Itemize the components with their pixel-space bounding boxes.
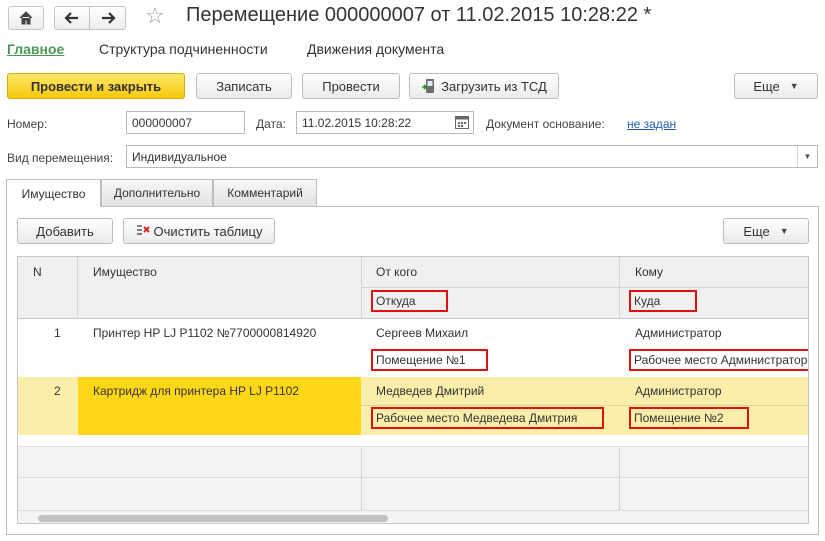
header-to[interactable]: Кому [635,265,663,279]
date-label: Дата: [256,117,286,131]
number-label: Номер: [7,117,48,131]
date-value: 11.02.2015 10:28:22 [302,115,412,130]
row-to-place: Рабочее место Администратора [629,349,808,371]
row-number: 2 [54,384,61,398]
header-from-place[interactable]: Откуда [371,290,448,312]
tab-comment-label: Комментарий [227,186,303,200]
tab-additional[interactable]: Дополнительно [101,179,213,206]
tab-additional-label: Дополнительно [113,186,201,200]
section-subordination[interactable]: Структура подчиненности [99,41,268,57]
tab-property-label: Имущество [21,186,86,201]
more-button[interactable]: Еще ▼ [734,73,818,99]
table-row[interactable]: 1 Принтер HP LJ P1102 №7700000814920 Сер… [18,319,808,377]
header-n[interactable]: N [33,265,42,279]
row-to-place: Помещение №2 [629,407,749,429]
clear-table-button[interactable]: Очистить таблицу [123,218,275,244]
add-row-button[interactable]: Добавить [17,218,113,244]
empty-area-line [18,477,808,478]
row-from-place: Рабочее место Медведева Дмитрия [371,407,604,429]
column-divider [77,257,78,319]
movement-kind-value: Индивидуальное [132,149,227,164]
date-field[interactable]: 11.02.2015 10:28:22 [296,111,474,134]
header-from[interactable]: От кого [376,265,417,279]
basis-document-link[interactable]: не задан [627,117,676,131]
row-from-place: Помещение №1 [371,349,488,371]
row-from-person: Сергеев Михаил [376,326,469,340]
row-from-person: Медведев Дмитрий [376,384,485,398]
section-document-movements[interactable]: Движения документа [307,41,444,57]
forward-button[interactable] [89,6,126,30]
save-button[interactable]: Записать [196,73,292,99]
back-button[interactable] [54,6,90,30]
column-divider [619,257,620,319]
dropdown-icon[interactable]: ▼ [797,146,817,167]
movement-kind-label: Вид перемещения: [7,151,114,165]
post-button[interactable]: Провести [302,73,400,99]
post-label: Провести [322,78,380,94]
more-label: Еще [753,78,780,94]
scanner-icon [422,79,435,93]
post-and-close-button[interactable]: Провести и закрыть [7,73,185,99]
post-and-close-label: Провести и закрыть [30,78,162,94]
number-field[interactable]: 000000007 [126,111,245,134]
table-more-label: Еще [743,223,770,239]
save-label: Записать [216,78,272,94]
arrow-right-icon [101,12,116,24]
property-table[interactable]: N Имущество От кого Откуда Кому Куда 1 П… [17,256,809,524]
section-main[interactable]: Главное [7,41,64,57]
header-item[interactable]: Имущество [93,265,157,279]
row-number: 1 [54,326,61,340]
table-row[interactable]: 2 Картридж для принтера HP LJ P1102 Медв… [18,377,808,435]
row-item: Принтер HP LJ P1102 №7700000814920 [93,326,317,340]
header-to-place[interactable]: Куда [629,290,697,312]
window-title: Перемещение 000000007 от 11.02.2015 10:2… [186,4,652,26]
scrollbar-thumb[interactable] [38,515,388,522]
table-header: N Имущество От кого Откуда Кому Куда [18,257,808,319]
row-subline [361,405,808,406]
empty-row [18,435,808,447]
chevron-down-icon: ▼ [789,81,799,91]
calendar-icon[interactable] [455,115,469,129]
column-divider [619,447,620,510]
favorite-star-icon[interactable]: ☆ [145,3,165,29]
add-row-label: Добавить [36,223,94,239]
empty-area [18,447,808,510]
tab-comment[interactable]: Комментарий [213,179,317,206]
header-subline [361,287,808,288]
clear-table-label: Очистить таблицу [153,223,263,239]
chevron-down-icon: ▼ [779,226,789,236]
column-divider [361,447,362,510]
row-to-person: Администратор [635,326,722,340]
load-from-tsd-button[interactable]: Загрузить из ТСД [409,73,559,99]
row-to-person: Администратор [635,384,722,398]
basis-document-label: Документ основание: [486,117,605,131]
load-from-tsd-label: Загрузить из ТСД [441,78,547,94]
home-button[interactable] [8,6,44,30]
table-more-button[interactable]: Еще ▼ [723,218,809,244]
horizontal-scrollbar[interactable] [18,510,808,523]
column-divider [361,257,362,319]
home-icon [19,11,33,25]
movement-kind-select[interactable]: Индивидуальное [126,145,818,168]
arrow-left-icon [64,12,78,24]
row-item: Картридж для принтера HP LJ P1102 [93,384,299,398]
clear-table-icon [136,225,150,235]
tab-property[interactable]: Имущество [6,179,101,207]
